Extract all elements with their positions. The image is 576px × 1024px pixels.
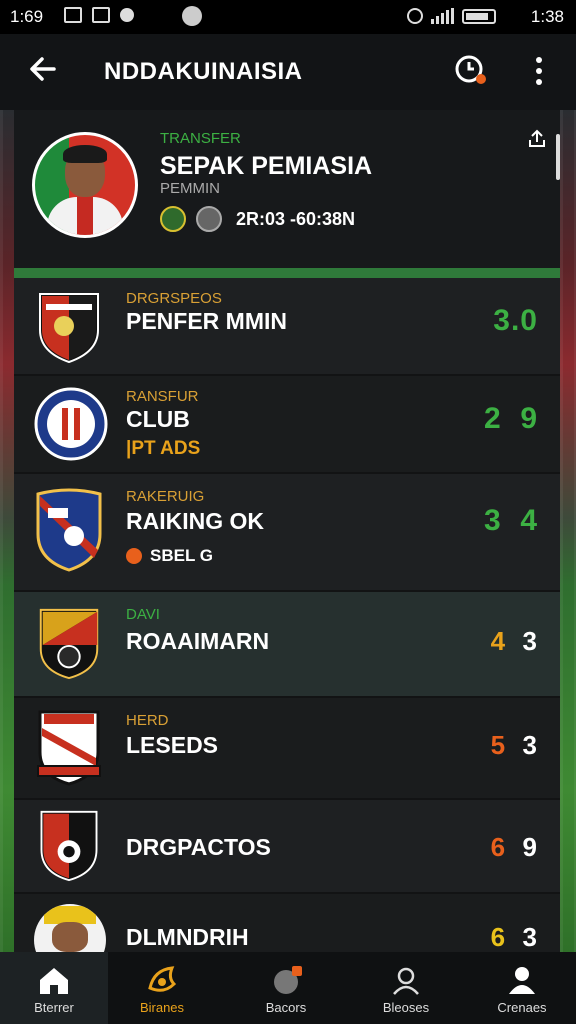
row-score: 3 4: [483, 504, 538, 537]
club-crest-icon: [34, 387, 108, 461]
scrollbar[interactable]: [556, 134, 560, 180]
status-bar: 1:69 1:38: [0, 0, 576, 34]
app-bar: NDDAKUINAISIA: [0, 34, 576, 110]
row-label: RAKERUIG: [126, 488, 205, 505]
nav-item-chat[interactable]: Bacors: [232, 952, 340, 1024]
row-score: 6 3: [490, 922, 538, 952]
medal-icon: [126, 548, 142, 564]
list-item[interactable]: RAKERUIG RAIKING OK SBEL G 3 4: [14, 474, 560, 592]
nav-label: Bterrer: [34, 1000, 74, 1015]
more-vertical-icon[interactable]: [528, 54, 550, 88]
league-badge-icon: [160, 206, 186, 232]
user-search-icon: [393, 967, 419, 995]
row-label: HERD: [126, 712, 169, 729]
row-label: DAVI: [126, 606, 160, 623]
nav-label: Bacors: [265, 1000, 307, 1015]
globe-icon: [182, 6, 202, 26]
nav-item-home[interactable]: Bterrer: [0, 952, 108, 1024]
share-icon[interactable]: [526, 128, 548, 150]
notification-icon: [92, 7, 110, 23]
status-icons-left: [64, 7, 134, 23]
nav-item-search[interactable]: Bleoses: [352, 952, 460, 1024]
featured-subtitle: PEMMIN: [160, 180, 220, 197]
row-name: LESEDS: [126, 732, 219, 758]
nav-label: Biranes: [139, 1000, 185, 1015]
section-divider: [14, 268, 560, 278]
nav-item-trophy[interactable]: Biranes: [108, 952, 216, 1024]
app-icon: [120, 8, 134, 22]
row-label: DRGRSPEOS: [126, 290, 222, 307]
list-item[interactable]: HERD LESEDS 5 3: [14, 698, 560, 800]
hotspot-icon: [407, 8, 423, 24]
row-score: 5 3: [490, 730, 538, 760]
person-icon: [509, 967, 535, 994]
featured-title: SEPAK PEMIASIA: [160, 152, 373, 180]
row-detail: SBEL G: [126, 546, 213, 566]
list-item[interactable]: RANSFUR CLUB |PT ADS 2 9: [14, 376, 560, 474]
nav-label: Crenaes: [497, 1000, 547, 1015]
club-crest-icon: [36, 488, 102, 572]
row-score: 3.0: [493, 304, 538, 337]
list-item[interactable]: DRGPACTOS 6 9: [14, 800, 560, 894]
club-crest-icon: [39, 293, 99, 364]
status-time-left: 1:69: [10, 7, 44, 26]
list-item[interactable]: DLMNDRIH 6 3: [14, 894, 560, 976]
nav-label: Bleoses: [382, 1000, 430, 1015]
featured-card[interactable]: TRANSFER SEPAK PEMIASIA PEMMIN 2R:03 -60…: [14, 110, 560, 268]
row-score: 6 9: [490, 832, 538, 862]
list-item[interactable]: DAVI ROAAIMARN 4 3: [14, 592, 560, 698]
row-label: RANSFUR: [126, 388, 199, 405]
row-name: ROAAIMARN: [126, 628, 270, 654]
list-item[interactable]: DRGRSPEOS PENFER MMIN 3.0: [14, 278, 560, 376]
player-avatar: [32, 132, 138, 238]
club-crest-icon: [37, 710, 101, 786]
row-score: 2 9: [483, 402, 538, 435]
row-name: PENFER MMIN: [126, 308, 287, 334]
row-detail: |PT ADS: [126, 438, 201, 459]
main-panel: TRANSFER SEPAK PEMIASIA PEMMIN 2R:03 -60…: [14, 110, 560, 976]
club-crest-icon: [39, 608, 99, 680]
featured-meta: 2R:03 -60:38N: [160, 206, 355, 232]
alarm-clock-icon[interactable]: [452, 50, 488, 86]
gallery-icon: [64, 7, 82, 23]
trophy-icon: [148, 966, 177, 992]
signal-icon: [431, 8, 454, 24]
featured-kicker: TRANSFER: [160, 130, 241, 147]
arrow-left-icon[interactable]: [26, 52, 60, 86]
battery-icon: [462, 8, 496, 24]
status-icons-right: [407, 8, 496, 24]
featured-time-range: 2R:03 -60:38N: [236, 208, 356, 229]
row-name: RAIKING OK: [126, 508, 264, 534]
club-badge-icon: [196, 206, 222, 232]
chat-icon: [274, 966, 302, 994]
status-time-right: 1:38: [530, 7, 564, 26]
bottom-navigation: Bterrer Biranes Bacors Bleoses Crenaes: [0, 952, 576, 1024]
page-title: NDDAKUINAISIA: [104, 58, 303, 85]
nav-item-profile[interactable]: Crenaes: [468, 952, 576, 1024]
row-name: CLUB: [126, 406, 190, 432]
row-score: 4 3: [490, 626, 538, 656]
club-crest-icon: [40, 810, 98, 882]
row-name: DLMNDRIH: [126, 924, 249, 950]
home-icon: [40, 968, 68, 994]
row-name: DRGPACTOS: [126, 834, 271, 860]
